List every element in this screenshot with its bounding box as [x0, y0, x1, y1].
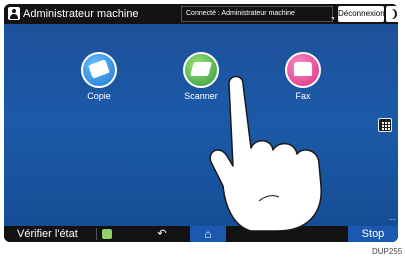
user-icon[interactable]: [8, 7, 20, 20]
connection-status[interactable]: Connecté : Administrateur machine: [181, 6, 333, 22]
keypad-icon[interactable]: [378, 118, 392, 132]
app-copy-label: Copie: [87, 91, 111, 101]
divider: [96, 228, 97, 240]
figure-caption: DUP255: [372, 247, 403, 256]
logout-button[interactable]: Déconnexion: [338, 6, 385, 22]
logged-in-user[interactable]: Administrateur machine: [23, 6, 139, 22]
check-status-button[interactable]: Vérifier l'état: [17, 227, 78, 242]
top-status-bar: Administrateur machine Connecté : Admini…: [4, 4, 398, 24]
back-icon[interactable]: ↶: [148, 226, 176, 242]
expand-corner-icon: [331, 17, 334, 20]
app-copy[interactable]: Copie: [64, 52, 134, 112]
moon-icon[interactable]: [386, 6, 398, 22]
edge-marker: ....: [389, 216, 396, 222]
status-icon[interactable]: [102, 229, 112, 239]
hand-pointer-icon: [209, 75, 322, 231]
home-screen: Administrateur machine Connecté : Admini…: [4, 4, 398, 242]
